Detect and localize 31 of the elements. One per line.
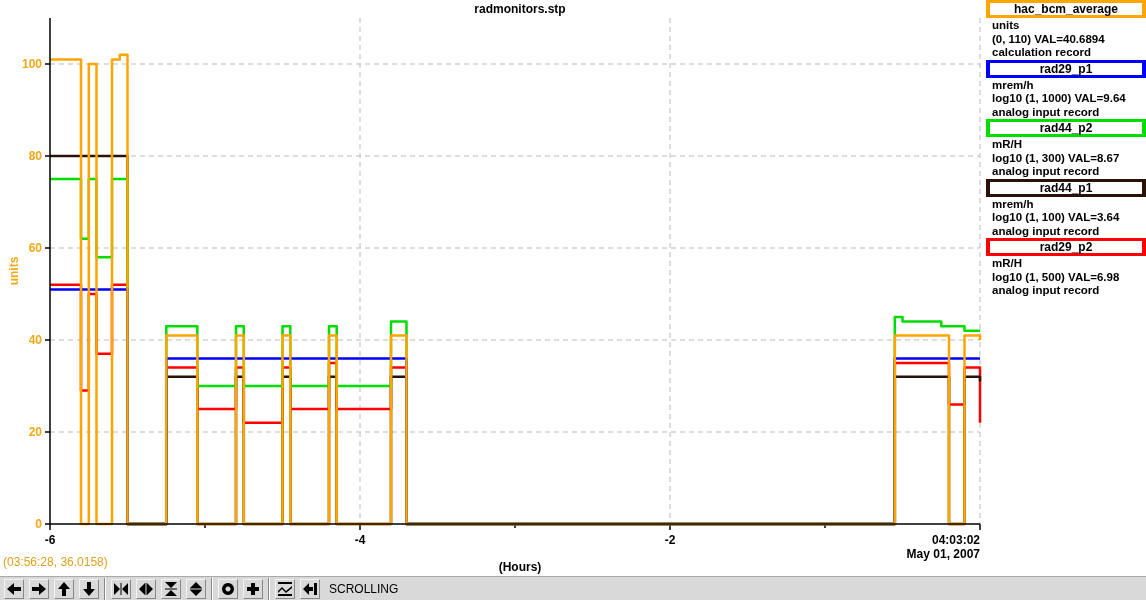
legend-units: mR/H bbox=[991, 257, 1024, 271]
x-tick-label: -6 bbox=[44, 533, 56, 547]
y-tick-label: 0 bbox=[35, 517, 42, 531]
end-time-label: 04:03:02 bbox=[931, 533, 980, 547]
legend-units: mrem/h bbox=[991, 78, 1035, 92]
legend-record-type: calculation record bbox=[991, 46, 1093, 60]
y-axis-label: units bbox=[7, 256, 21, 286]
legend-units: mR/H bbox=[991, 138, 1024, 152]
legend-record-type: analog input record bbox=[991, 165, 1101, 179]
cursor-readout: (03:56:28, 36.0158) bbox=[3, 555, 108, 569]
legend-units: mrem/h bbox=[991, 197, 1035, 211]
plot-title: radmonitors.stp bbox=[474, 2, 566, 16]
y-tick-label: 60 bbox=[28, 241, 42, 255]
legend-record-type: analog input record bbox=[991, 224, 1101, 238]
y-tick-label: 20 bbox=[28, 425, 42, 439]
x-tick-label: -4 bbox=[354, 533, 366, 547]
legend-record-type: analog input record bbox=[991, 105, 1101, 119]
x-tick-label: -2 bbox=[664, 533, 676, 547]
legend-range: log10 (1, 100) VAL=3.64 bbox=[991, 211, 1121, 225]
legend-units: units bbox=[991, 19, 1021, 33]
y-tick-label: 80 bbox=[28, 149, 42, 163]
legend-range: log10 (1, 500) VAL=6.98 bbox=[991, 270, 1121, 284]
legend-range: (0, 110) VAL=40.6894 bbox=[991, 32, 1106, 46]
x-axis-label: (Hours) bbox=[498, 560, 542, 574]
legend-range: log10 (1, 1000) VAL=9.64 bbox=[991, 92, 1127, 106]
y-tick-label: 40 bbox=[28, 333, 42, 347]
date-label: May 01, 2007 bbox=[906, 547, 980, 561]
y-tick-label: 100 bbox=[21, 57, 42, 71]
legend-record-type: analog input record bbox=[991, 284, 1101, 298]
legend-range: log10 (1, 300) VAL=8.67 bbox=[991, 151, 1121, 165]
mode-label: SCROLLING bbox=[329, 581, 399, 596]
